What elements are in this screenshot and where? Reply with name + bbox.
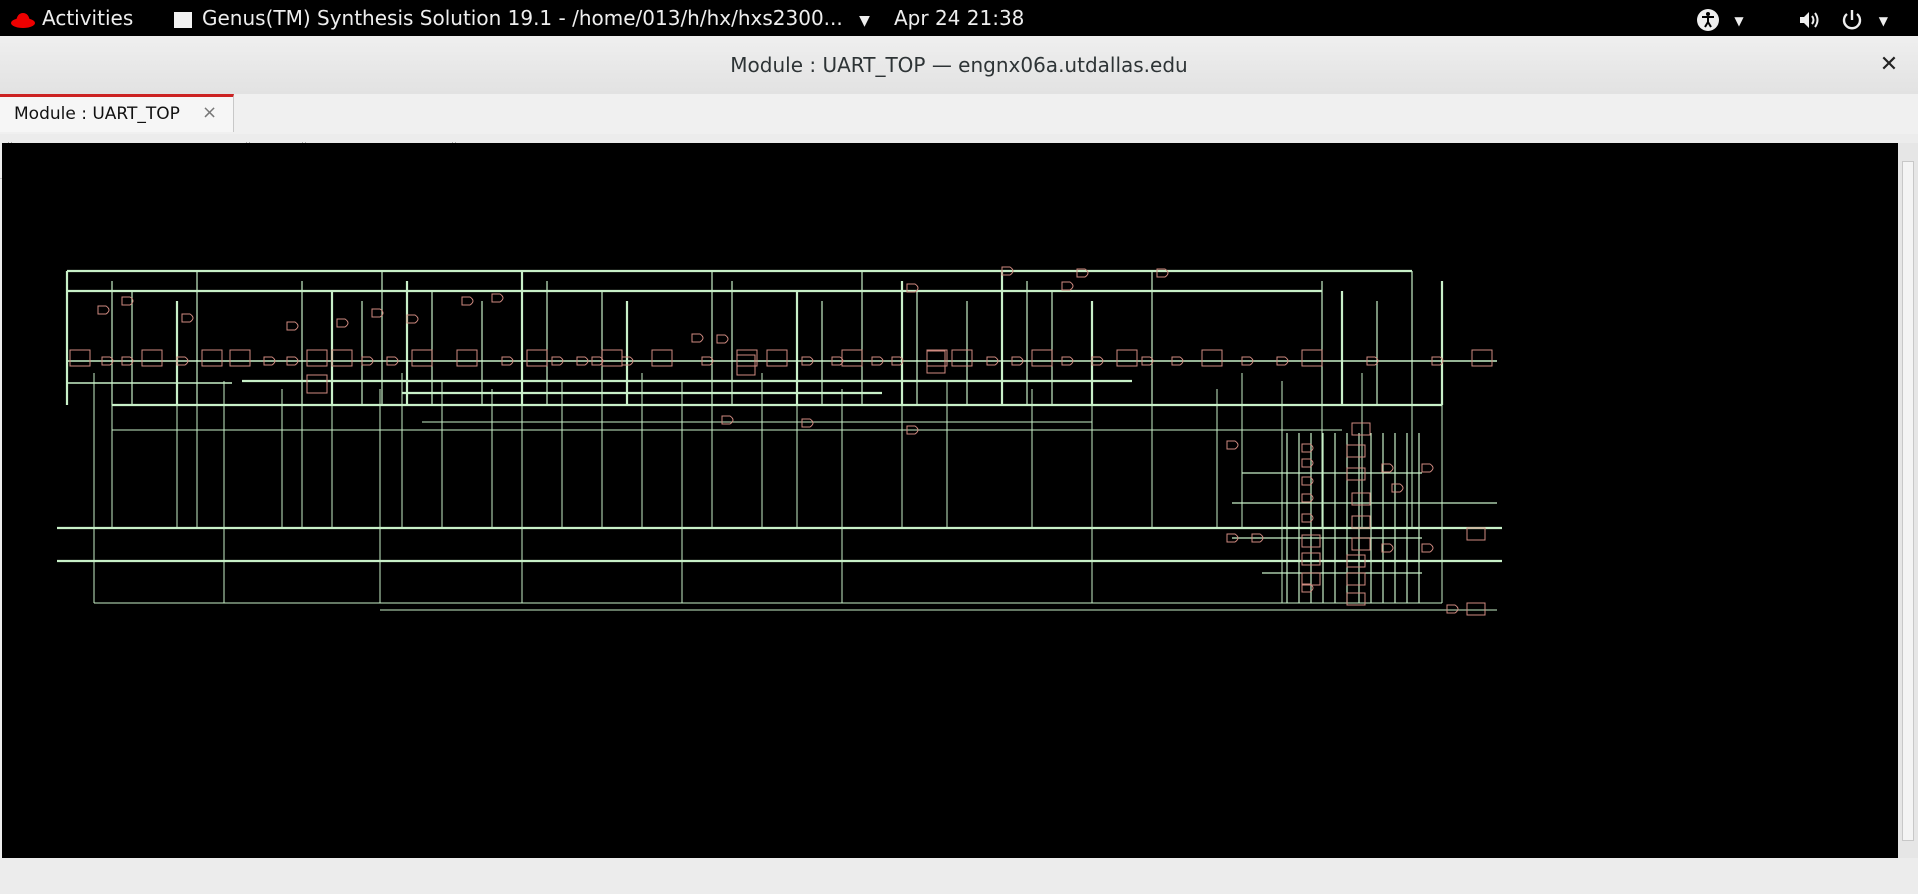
window-title: Module : UART_TOP — engnx06a.utdallas.ed… (730, 53, 1188, 77)
clock[interactable]: Apr 24 21:38 (894, 0, 1024, 36)
window-titlebar[interactable]: Module : UART_TOP — engnx06a.utdallas.ed… (0, 36, 1918, 95)
schematic-cells (69, 266, 1493, 616)
schematic-canvas[interactable] (2, 143, 1898, 858)
power-icon (1843, 9, 1862, 29)
scrollbar-thumb[interactable] (1902, 161, 1914, 841)
system-menu[interactable]: ▼ (1798, 0, 1888, 36)
app-menu[interactable]: Genus(TM) Synthesis Solution 19.1 - /hom… (174, 0, 870, 36)
accessibility-menu[interactable]: ▼ (1696, 0, 1744, 36)
activities-button[interactable]: Activities (10, 0, 133, 36)
distro-logo-icon (11, 12, 35, 28)
tab-bar: Module : UART_TOP × (0, 94, 1918, 135)
accessibility-icon (1697, 8, 1719, 31)
tab-close-button[interactable]: × (202, 102, 217, 123)
activities-label: Activities (42, 6, 134, 30)
schematic-wires (57, 269, 1502, 611)
close-window-button[interactable]: ✕ (1874, 50, 1904, 80)
schematic-drawing (57, 266, 1502, 616)
app-menu-label: Genus(TM) Synthesis Solution 19.1 - /hom… (202, 6, 843, 30)
tab-label: Module : UART_TOP (14, 104, 180, 124)
chevron-down-icon: ▼ (859, 13, 870, 29)
tab-module-uart-top[interactable]: Module : UART_TOP × (0, 94, 234, 132)
chevron-down-icon: ▼ (1734, 14, 1744, 28)
system-top-bar: Activities Genus(TM) Synthesis Solution … (0, 0, 1918, 36)
vertical-scrollbar[interactable] (1898, 143, 1918, 858)
volume-icon (1800, 11, 1819, 28)
window-icon (174, 11, 192, 28)
chevron-down-icon: ▼ (1878, 14, 1888, 28)
